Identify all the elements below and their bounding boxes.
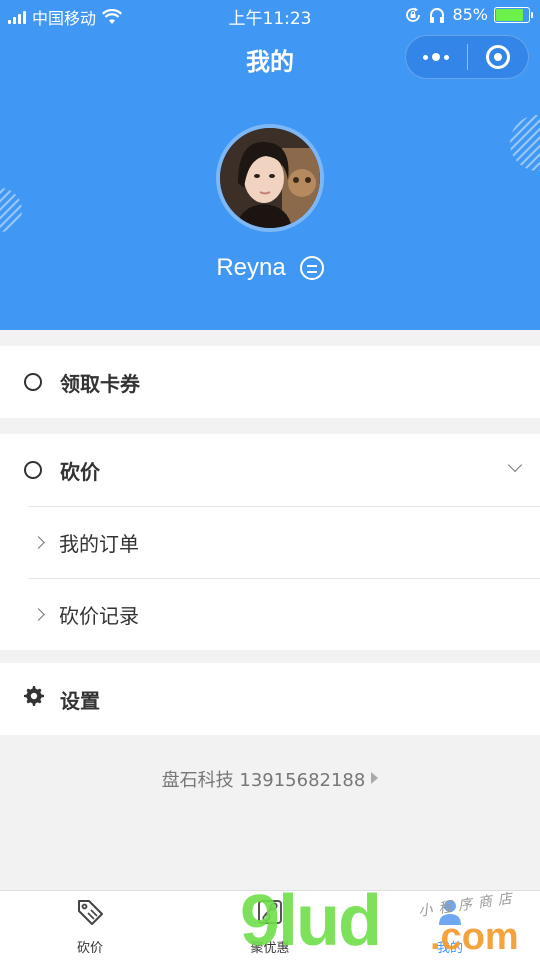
chevron-down-icon (507, 457, 523, 473)
link-icon (258, 900, 282, 924)
my-orders-menu-item[interactable]: 我的订单 (0, 506, 540, 578)
bargain-label: 砍价 (60, 459, 100, 484)
settings-section: 设置 (0, 663, 540, 735)
coupons-menu-item[interactable]: 领取卡券 (0, 346, 540, 418)
bargain-menu-item[interactable]: 砍价 (0, 434, 540, 506)
close-mini-program-button[interactable] (467, 35, 528, 79)
tab-bargain[interactable]: 砍价 (0, 891, 180, 960)
footer-credit-text: 盘石科技 13915682188 (161, 770, 366, 791)
profile-header: 中国移动 上午11:23 85% 我的 Reyna (0, 0, 540, 330)
status-right: 85% (404, 5, 533, 24)
circle-icon (24, 461, 42, 479)
username: Reyna (216, 254, 286, 281)
coupons-section: 领取卡券 (0, 346, 540, 418)
battery-icon (494, 6, 533, 23)
avatar[interactable] (216, 124, 324, 232)
chevron-right-icon (32, 535, 45, 549)
status-bar: 中国移动 上午11:23 85% (0, 0, 540, 30)
more-dots-icon (423, 53, 450, 61)
switch-account-icon[interactable] (299, 256, 324, 280)
tab-label: 砍价 (76, 941, 103, 956)
my-orders-label: 我的订单 (59, 531, 139, 556)
target-icon (485, 45, 510, 69)
tab-label: 聚优惠 (250, 941, 290, 956)
divider (28, 578, 540, 579)
mini-program-capsule (405, 35, 529, 79)
footer-credit[interactable]: 盘石科技 13915682188 (0, 766, 540, 792)
bargain-section: 砍价 我的订单 砍价记录 (0, 434, 540, 650)
battery-percent: 85% (452, 5, 488, 24)
user-icon (439, 900, 461, 925)
username-row: Reyna (0, 254, 540, 282)
chevron-right-icon (32, 607, 45, 621)
tab-deals[interactable]: 聚优惠 (180, 891, 360, 960)
decor-circle-left (0, 188, 22, 232)
bargain-records-menu-item[interactable]: 砍价记录 (0, 578, 540, 650)
circle-icon (24, 373, 42, 391)
coupons-label: 领取卡券 (60, 371, 140, 396)
tab-label: 我的 (436, 941, 463, 956)
settings-menu-item[interactable]: 设置 (0, 663, 540, 735)
avatar-photo (220, 128, 320, 228)
gear-icon (24, 686, 44, 712)
decor-circle-right (510, 115, 540, 171)
tab-bar: 砍价 聚优惠 我的 (0, 890, 540, 960)
settings-label: 设置 (60, 688, 100, 713)
tab-mine[interactable]: 我的 (360, 891, 540, 960)
orientation-lock-icon (406, 7, 421, 22)
price-tag-icon (78, 900, 103, 925)
play-triangle-icon (371, 772, 379, 784)
bargain-records-label: 砍价记录 (59, 603, 139, 628)
headphones-icon (430, 7, 445, 23)
more-menu-button[interactable] (406, 35, 467, 79)
divider (28, 506, 540, 507)
